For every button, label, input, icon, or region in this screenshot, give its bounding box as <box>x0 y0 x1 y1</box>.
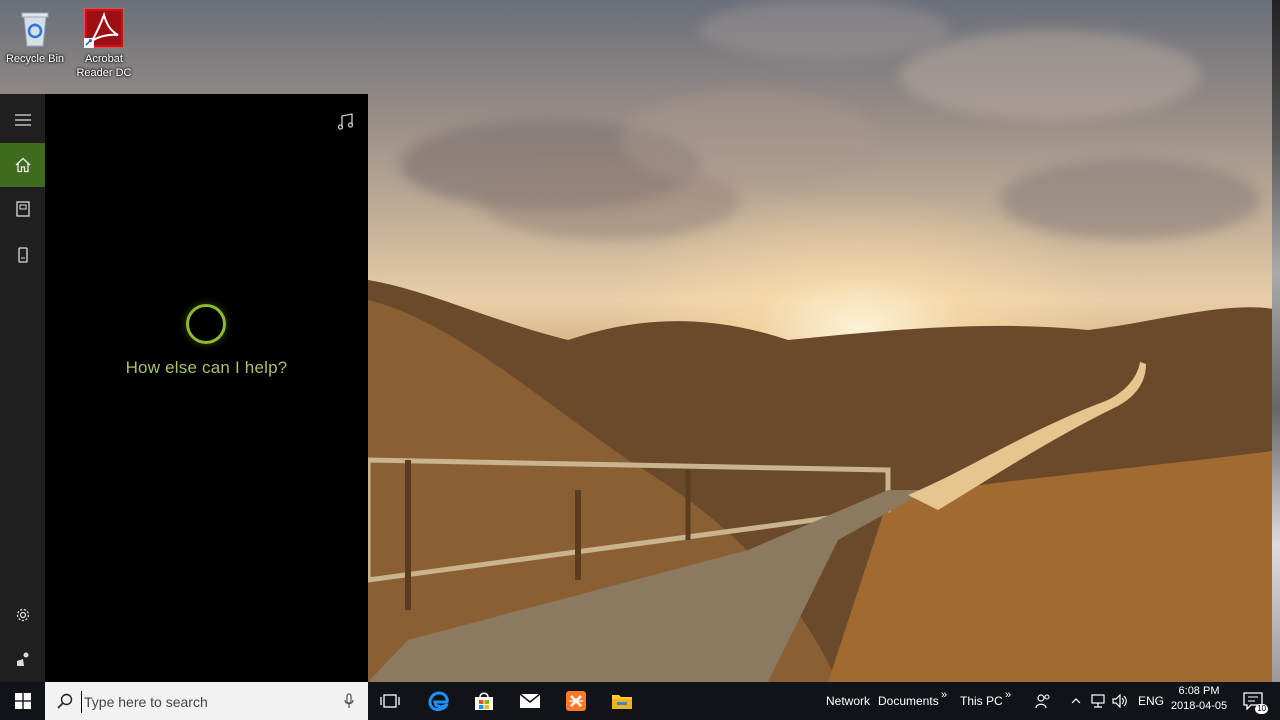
cortana-ring-icon <box>186 304 226 344</box>
taskbar-app-store[interactable] <box>462 682 506 720</box>
volume-button[interactable] <box>1110 682 1130 720</box>
start-button[interactable] <box>0 682 45 720</box>
settings-icon <box>16 608 29 622</box>
people-button[interactable] <box>1032 682 1054 720</box>
xampp-icon <box>566 691 586 711</box>
edge-icon <box>428 691 449 712</box>
action-center-button[interactable]: 10 <box>1240 682 1268 720</box>
home-icon <box>15 157 30 173</box>
task-view-button[interactable] <box>368 682 412 720</box>
recycle-bin-icon <box>15 8 55 48</box>
desktop-icon-label: Recycle Bin <box>5 53 65 65</box>
music-recognition-button[interactable] <box>334 110 358 134</box>
clock-time: 6:08 PM <box>1178 685 1220 697</box>
desktop-icon-acrobat-reader[interactable]: Acrobat Reader DC <box>68 2 140 80</box>
microphone-button[interactable] <box>339 692 359 710</box>
chevron-up-icon <box>1071 698 1081 704</box>
nav-notebook-button[interactable] <box>0 187 45 231</box>
taskbar-app-file-explorer[interactable] <box>600 682 644 720</box>
network-status-button[interactable] <box>1088 682 1108 720</box>
clock-date: 2018-04-05 <box>1170 700 1228 712</box>
show-hidden-icons-button[interactable] <box>1068 682 1084 720</box>
cortana-nav-rail <box>0 94 45 682</box>
nav-home-button[interactable] <box>0 143 45 187</box>
cortana-panel: How else can I help? <box>0 94 368 682</box>
window-edge-strip <box>1272 0 1280 682</box>
nav-settings-button[interactable] <box>0 593 45 637</box>
music-note-icon <box>337 113 354 130</box>
desktop-icon-recycle-bin[interactable]: Recycle Bin <box>0 2 71 66</box>
taskbar-app-edge[interactable] <box>416 682 460 720</box>
toolbar-documents[interactable]: Documents <box>878 682 939 720</box>
hamburger-menu-icon <box>14 114 31 126</box>
acrobat-reader-icon <box>83 7 125 49</box>
input-language-indicator[interactable]: ENG <box>1138 682 1164 720</box>
store-icon <box>475 692 493 710</box>
taskbar-app-mail[interactable] <box>508 682 552 720</box>
task-view-icon <box>380 694 400 708</box>
search-icon <box>57 693 73 709</box>
feedback-icon <box>16 652 28 666</box>
notebook-icon <box>15 201 30 217</box>
taskbar-clock[interactable]: 6:08 PM 2018-04-05 <box>1166 684 1232 714</box>
microphone-icon <box>344 693 354 708</box>
desktop-icon-label: Acrobat Reader DC <box>76 53 132 79</box>
toolbar-this-pc[interactable]: This PC <box>960 682 1003 720</box>
taskbar-search-box[interactable] <box>45 682 368 720</box>
hamburger-menu-button[interactable] <box>0 98 45 142</box>
taskbar-app-xampp[interactable] <box>554 682 598 720</box>
chevron-right-icon[interactable]: » <box>941 676 947 714</box>
network-wired-icon <box>1091 694 1105 708</box>
devices-icon <box>17 247 28 263</box>
windows-logo-icon <box>14 693 31 709</box>
notification-count-badge: 10 <box>1255 704 1268 714</box>
chevron-right-icon[interactable]: » <box>1005 676 1011 714</box>
file-explorer-icon <box>612 695 632 709</box>
search-input[interactable] <box>81 691 336 713</box>
people-icon <box>1035 694 1050 709</box>
nav-devices-button[interactable] <box>0 233 45 277</box>
toolbar-network[interactable]: Network <box>826 682 870 720</box>
mail-icon <box>519 693 541 708</box>
speaker-icon <box>1112 694 1127 708</box>
nav-feedback-button[interactable] <box>0 637 45 681</box>
cortana-prompt-text: How else can I help? <box>125 358 288 377</box>
